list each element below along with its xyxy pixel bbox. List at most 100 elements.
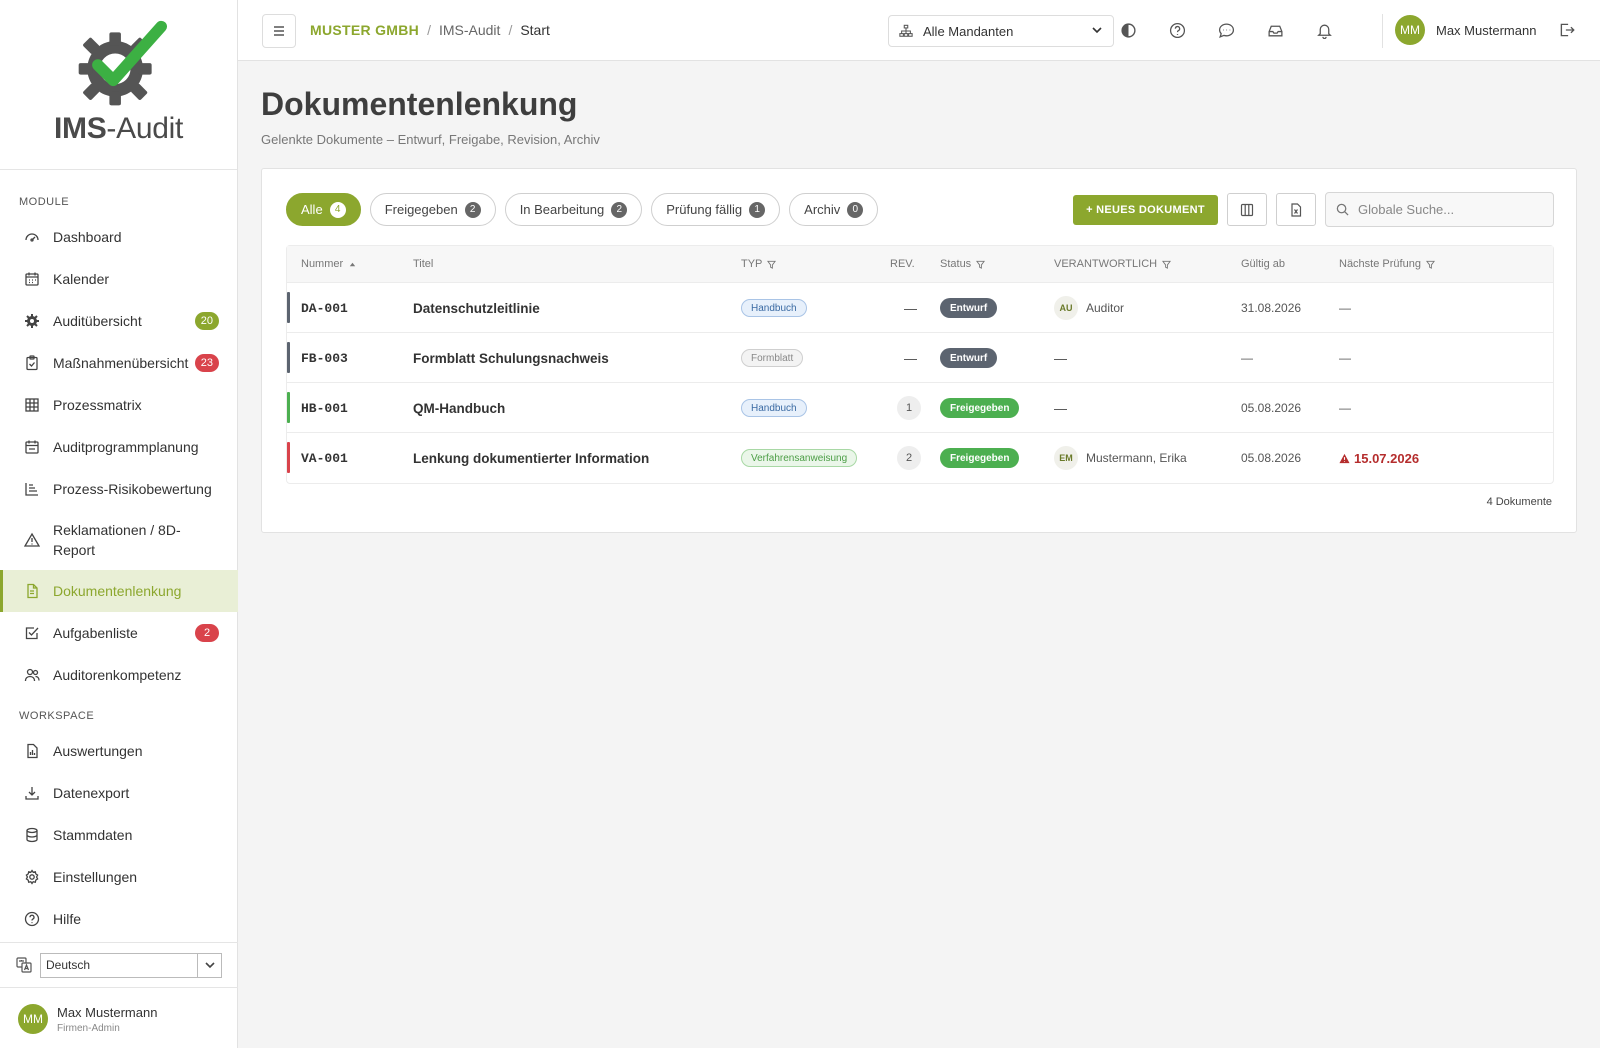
sidebar-item-auditorenkompetenz[interactable]: Auditorenkompetenz <box>0 654 238 696</box>
table-row[interactable]: DA-001 Datenschutzleitlinie Handbuch — E… <box>287 283 1553 333</box>
sidebar-item-prozessmatrix[interactable]: Prozessmatrix <box>0 384 238 426</box>
filter-icon <box>1162 260 1172 269</box>
responsible-name: Mustermann, Erika <box>1086 451 1187 465</box>
chat-icon[interactable] <box>1216 20 1236 40</box>
dashboard-icon <box>23 228 41 246</box>
sidebar-item-kalender[interactable]: Kalender <box>0 258 238 300</box>
doc-number: HB-001 <box>301 400 348 416</box>
status-indicator-bar <box>287 392 290 423</box>
users-icon <box>23 666 41 684</box>
header-user-name[interactable]: Max Mustermann <box>1436 23 1536 38</box>
measures-count-badge: 23 <box>194 354 219 372</box>
type-tag: Handbuch <box>741 399 807 417</box>
table-row[interactable]: VA-001 Lenkung dokumentierter Informatio… <box>287 433 1553 483</box>
document-icon <box>23 582 41 600</box>
sidebar-item-reklamationen[interactable]: Reklamationen / 8D-Report <box>0 510 238 570</box>
nav-workspace-list: Auswertungen Datenexport Stammdaten Eins… <box>0 730 238 940</box>
logout-icon[interactable] <box>1558 21 1576 39</box>
col-title-header[interactable]: Titel <box>413 258 433 270</box>
rev-value: 1 <box>897 396 921 420</box>
document-count: 4 Dokumente <box>1486 496 1552 508</box>
mandant-select[interactable]: Alle Mandanten <box>888 15 1114 47</box>
tasks-count-badge: 2 <box>195 624 219 642</box>
calendar-plan-icon <box>23 438 41 456</box>
filter-all[interactable]: Alle 4 <box>286 193 361 226</box>
nav-section-module: MODULE <box>19 196 70 208</box>
documents-table: Nummer Titel TYP REV. Status VERANTWORTL… <box>286 245 1554 484</box>
overdue-review-date: 15.07.2026 <box>1339 451 1419 466</box>
col-responsible-header[interactable]: VERANTWORTLICH <box>1054 258 1172 270</box>
col-type-header[interactable]: TYP <box>741 258 777 270</box>
sidebar-item-hilfe[interactable]: Hilfe <box>0 898 238 940</box>
menu-toggle-button[interactable] <box>262 14 296 48</box>
col-status-header[interactable]: Status <box>940 258 986 270</box>
bell-icon[interactable] <box>1314 20 1334 40</box>
calendar-icon <box>23 270 41 288</box>
filter-archive[interactable]: Archiv 0 <box>789 193 879 226</box>
table-row[interactable]: HB-001 QM-Handbuch Handbuch 1 Freigegebe… <box>287 383 1553 433</box>
sidebar-item-auswertungen[interactable]: Auswertungen <box>0 730 238 772</box>
sidebar-item-auditubersicht[interactable]: Auditübersicht 20 <box>0 300 238 342</box>
breadcrumb-current: Start <box>520 22 550 38</box>
filter-in-progress[interactable]: In Bearbeitung 2 <box>504 193 643 226</box>
sidebar-item-dashboard[interactable]: Dashboard <box>0 216 238 258</box>
sidebar-item-risikobewertung[interactable]: Prozess-Risikobewertung <box>0 468 238 510</box>
sidebar-item-dokumentenlenkung[interactable]: Dokumentenlenkung <box>0 570 238 612</box>
list-tree-icon <box>23 480 41 498</box>
doc-number: FB-003 <box>301 350 348 366</box>
status-indicator-bar <box>287 342 290 373</box>
inbox-icon[interactable] <box>1265 20 1285 40</box>
next-review-date: — <box>1339 301 1351 315</box>
next-review-date: — <box>1339 351 1351 365</box>
breadcrumb-company[interactable]: MUSTER GMBH <box>310 22 419 38</box>
sidebar-user-role: Firmen-Admin <box>57 1022 120 1034</box>
avatar[interactable]: MM <box>1395 15 1425 45</box>
new-document-button[interactable]: + NEUES DOKUMENT <box>1073 195 1218 225</box>
sidebar-item-auditprogrammplanung[interactable]: Auditprogrammplanung <box>0 426 238 468</box>
columns-button[interactable] <box>1227 193 1267 226</box>
sidebar-item-aufgabenliste[interactable]: Aufgabenliste 2 <box>0 612 238 654</box>
filter-review-due[interactable]: Prüfung fällig 1 <box>651 193 781 226</box>
col-next-review-header[interactable]: Nächste Prüfung <box>1339 258 1435 270</box>
sidebar-user[interactable]: MM Max Mustermann Firmen-Admin <box>0 990 238 1048</box>
table-row[interactable]: FB-003 Formblatt Schulungsnachweis Formb… <box>287 333 1553 383</box>
sidebar-item-massnahmen[interactable]: Maßnahmenübersicht 23 <box>0 342 238 384</box>
rev-value: — <box>904 300 917 316</box>
type-tag: Verfahrensanweisung <box>741 449 858 467</box>
theme-toggle-icon[interactable] <box>1118 20 1138 40</box>
excel-export-button[interactable] <box>1276 193 1316 226</box>
sidebar-item-einstellungen[interactable]: Einstellungen <box>0 856 238 898</box>
app-logo[interactable]: IMS-Audit <box>0 0 237 170</box>
doc-title[interactable]: Datenschutzleitlinie <box>413 283 540 333</box>
warning-icon <box>23 531 41 549</box>
help-circle-icon[interactable] <box>1167 20 1187 40</box>
doc-title[interactable]: Formblatt Schulungsnachweis <box>413 333 609 383</box>
status-badge: Entwurf <box>940 348 998 368</box>
sidebar-item-stammdaten[interactable]: Stammdaten <box>0 814 238 856</box>
sidebar-item-datenexport[interactable]: Datenexport <box>0 772 238 814</box>
col-rev-header[interactable]: REV. <box>890 258 915 270</box>
audit-count-badge: 20 <box>194 312 219 330</box>
breadcrumb-module[interactable]: IMS-Audit <box>439 22 500 38</box>
language-select[interactable]: Deutsch <box>40 952 222 978</box>
gear-check-logo-icon <box>78 20 167 106</box>
status-badge: Entwurf <box>940 298 998 318</box>
doc-title[interactable]: QM-Handbuch <box>413 383 505 433</box>
checkbox-icon <box>23 624 41 642</box>
global-search-input[interactable]: Globale Suche... <box>1325 192 1554 227</box>
download-icon <box>23 784 41 802</box>
nav-module-list: Dashboard Kalender Auditübersicht 20 Maß… <box>0 216 238 696</box>
filter-icon <box>976 260 986 269</box>
col-number-header[interactable]: Nummer <box>301 258 357 270</box>
gear-icon <box>23 312 41 330</box>
col-valid-from-header[interactable]: Gültig ab <box>1241 258 1285 270</box>
file-excel-icon <box>1291 202 1302 217</box>
filter-released[interactable]: Freigegeben 2 <box>369 193 496 226</box>
valid-from-date: 05.08.2026 <box>1241 451 1302 465</box>
type-tag: Handbuch <box>741 299 807 317</box>
breadcrumb: MUSTER GMBH / IMS-Audit / Start <box>310 22 550 38</box>
doc-title[interactable]: Lenkung dokumentierter Information <box>413 433 649 483</box>
language-switcher: Deutsch <box>0 942 238 988</box>
database-icon <box>23 826 41 844</box>
doc-number: DA-001 <box>301 300 348 316</box>
